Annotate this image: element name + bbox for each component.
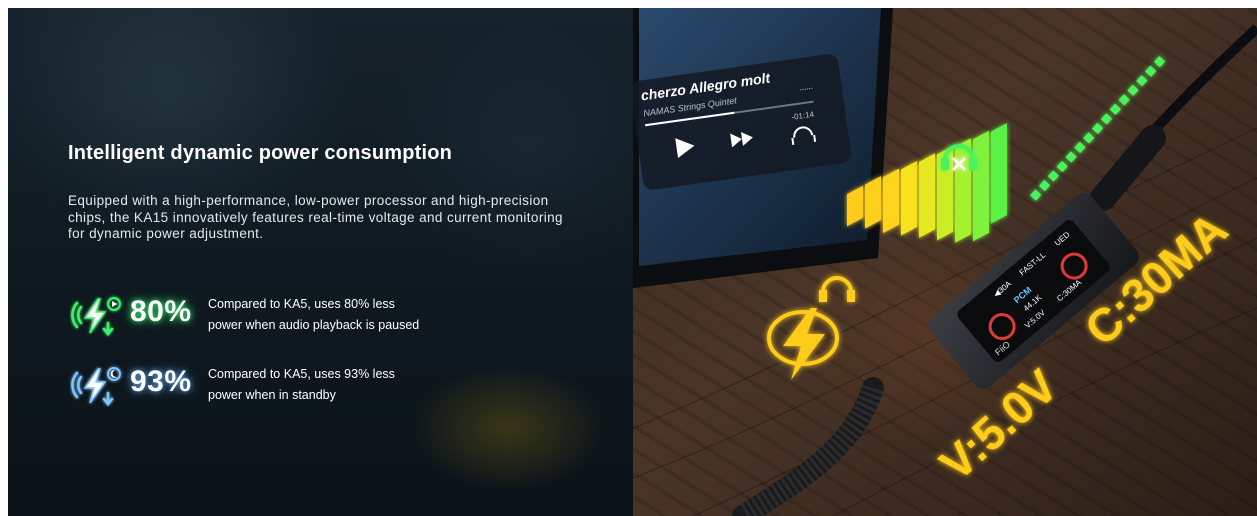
product-photo: cherzo Allegro molt NAMAS Strings Quinte… bbox=[633, 8, 1257, 516]
stat-percent: 80% bbox=[130, 295, 192, 328]
stat-description-line: power when in standby bbox=[208, 388, 336, 402]
description: Equipped with a high-performance, low-po… bbox=[68, 193, 563, 241]
feature-banner: Intelligent dynamic power consumption Eq… bbox=[8, 8, 1257, 516]
lightning-icon bbox=[767, 308, 839, 380]
stat-description: Compared to KA5, uses 80% less power whe… bbox=[208, 294, 508, 336]
headline: Intelligent dynamic power consumption bbox=[68, 142, 453, 164]
stat-description-line: Compared to KA5, uses 93% less bbox=[208, 367, 395, 381]
product-scene: cherzo Allegro molt NAMAS Strings Quinte… bbox=[633, 8, 1257, 516]
stat-description-line: power when audio playback is paused bbox=[208, 318, 420, 332]
text-panel: Intelligent dynamic power consumption Eq… bbox=[8, 8, 633, 516]
headphone-yellow-icon bbox=[819, 276, 855, 302]
more-dots: ...... bbox=[799, 82, 813, 93]
stat-description-line: Compared to KA5, uses 80% less bbox=[208, 297, 395, 311]
level-meter bbox=[847, 55, 1166, 243]
stat-percent: 93% bbox=[130, 365, 192, 398]
bolt-moon-icon bbox=[71, 367, 121, 407]
phone: cherzo Allegro molt NAMAS Strings Quinte… bbox=[633, 8, 893, 288]
bolt-play-icon bbox=[71, 297, 121, 337]
stat-description: Compared to KA5, uses 93% less power whe… bbox=[208, 364, 508, 406]
